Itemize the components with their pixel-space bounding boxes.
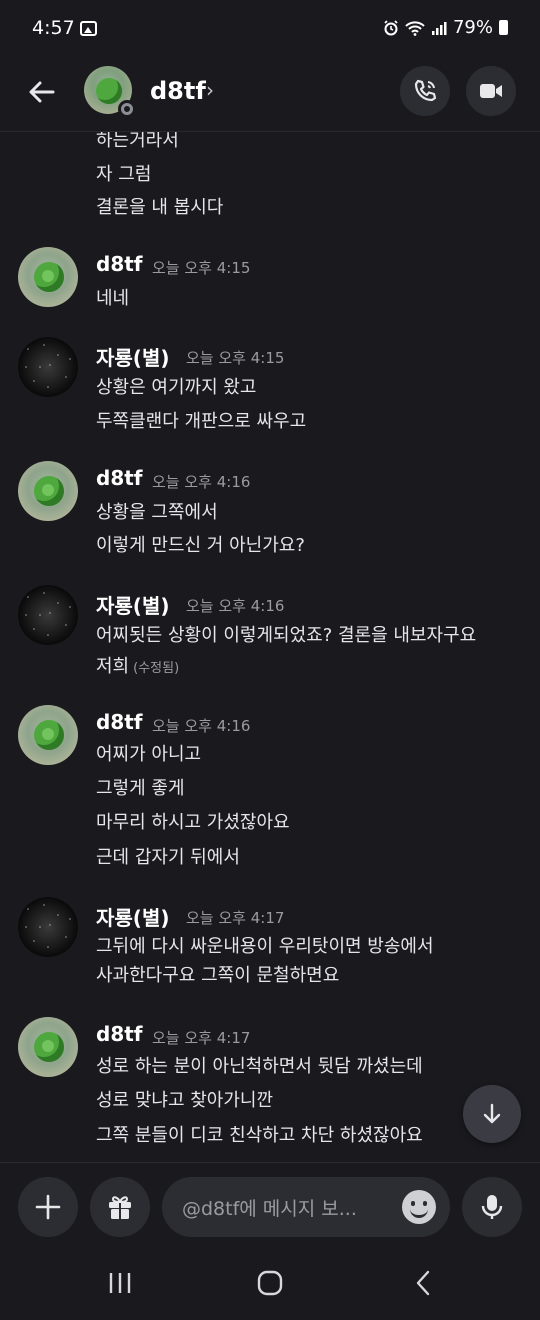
alarm-icon xyxy=(384,19,398,35)
plus-icon xyxy=(35,1194,61,1220)
wifi-icon xyxy=(405,20,425,36)
arrow-down-icon xyxy=(483,1103,501,1124)
message-timestamp: 오늘 오후 4:16 xyxy=(152,717,251,735)
message-line: 네네 xyxy=(96,288,130,309)
message-input[interactable]: @d8tf에 메시지 보... xyxy=(162,1177,450,1237)
battery-percent: 79% xyxy=(452,17,493,38)
microphone-icon xyxy=(481,1195,503,1219)
message-line: 어찌가 아니고 xyxy=(96,744,202,765)
message-line: 결론을 내 봅시다 xyxy=(96,197,224,218)
message-line: 그쪽 분들이 디코 친삭하고 차단 하셨잖아요 xyxy=(96,1125,423,1146)
offline-status-icon xyxy=(118,100,136,118)
video-call-icon xyxy=(480,84,502,98)
message-line: 마무리 하시고 가셨잖아요 xyxy=(96,812,290,833)
back-icon[interactable] xyxy=(408,1268,438,1298)
stars-avatar[interactable] xyxy=(18,585,78,645)
message-author[interactable]: 자룡(별) xyxy=(96,902,169,931)
home-icon[interactable] xyxy=(255,1268,285,1298)
message-timestamp: 오늘 오후 4:15 xyxy=(152,259,251,277)
signal-icon xyxy=(431,21,447,35)
battery-icon xyxy=(499,20,508,35)
edited-label: (수정됨) xyxy=(133,661,180,676)
gift-button[interactable] xyxy=(90,1177,150,1237)
gift-icon xyxy=(109,1196,131,1219)
message-timestamp: 오늘 오후 4:17 xyxy=(186,909,285,927)
channel-name[interactable]: d8tf xyxy=(150,77,206,105)
message-line: 성로 맞냐고 찾아가니깐 xyxy=(96,1090,274,1111)
message-timestamp: 오늘 오후 4:16 xyxy=(186,597,285,615)
message-author[interactable]: d8tf xyxy=(96,466,143,490)
chat-header: d8tf › xyxy=(0,58,540,132)
status-right: 79% xyxy=(383,17,508,38)
message-author[interactable]: 자룡(별) xyxy=(96,590,169,619)
voice-call-icon xyxy=(414,79,437,102)
message-line: 저희 (수정됨) xyxy=(96,652,179,678)
emoji-icon[interactable] xyxy=(402,1190,436,1224)
message-line: 사과한다구요 그쪽이 문철하면요 xyxy=(96,965,340,986)
message-line: 그뒤에 다시 싸운내용이 우리탓이면 방송에서 xyxy=(96,936,434,957)
message-line: 하는거라서 xyxy=(96,132,179,151)
message-author[interactable]: d8tf xyxy=(96,252,143,276)
turtle-avatar[interactable] xyxy=(18,1017,78,1077)
header-avatar[interactable] xyxy=(84,66,136,118)
message-line: 그렇게 좋게 xyxy=(96,778,185,799)
message-list[interactable]: 하는거라서 자 그럼 결론을 내 봅시다 d8tf 오늘 오후 4:15 네네 … xyxy=(0,132,540,1162)
video-call-button[interactable] xyxy=(466,66,516,116)
message-placeholder: @d8tf에 메시지 보... xyxy=(182,1198,357,1220)
system-nav-bar xyxy=(0,1246,540,1320)
stars-avatar[interactable] xyxy=(18,337,78,397)
scroll-to-bottom-button[interactable] xyxy=(463,1085,521,1143)
message-author[interactable]: 자룡(별) xyxy=(96,342,169,371)
status-bar: 4:57 79% xyxy=(0,0,540,58)
voice-call-button[interactable] xyxy=(400,66,450,116)
turtle-avatar[interactable] xyxy=(18,705,78,765)
back-arrow-icon[interactable] xyxy=(22,72,62,112)
chevron-right-icon[interactable]: › xyxy=(206,78,214,102)
message-line: 두쪽클랜다 개판으로 싸우고 xyxy=(96,411,307,432)
message-line: 이렇게 만드신 거 아닌가요? xyxy=(96,535,305,556)
message-line: 어찌됫든 상황이 이렇게되었죠? 결론을 내보자구요 xyxy=(96,625,477,646)
message-line: 상황은 여기까지 왔고 xyxy=(96,377,257,398)
status-time: 4:57 xyxy=(32,17,75,39)
gallery-icon xyxy=(80,21,97,36)
message-timestamp: 오늘 오후 4:16 xyxy=(152,473,251,491)
voice-message-button[interactable] xyxy=(462,1177,522,1237)
message-author[interactable]: d8tf xyxy=(96,710,143,734)
message-line: 근데 갑자기 뒤에서 xyxy=(96,847,240,868)
recent-apps-icon[interactable] xyxy=(105,1268,135,1298)
stars-avatar[interactable] xyxy=(18,897,78,957)
message-line: 자 그럼 xyxy=(96,164,152,185)
message-line: 성로 하는 분이 아닌척하면서 뒷담 까셨는데 xyxy=(96,1056,423,1077)
turtle-avatar[interactable] xyxy=(18,247,78,307)
message-timestamp: 오늘 오후 4:15 xyxy=(186,349,285,367)
message-author[interactable]: d8tf xyxy=(96,1022,143,1046)
add-attachment-button[interactable] xyxy=(18,1177,78,1237)
message-line: 상황을 그쪽에서 xyxy=(96,502,218,523)
turtle-avatar[interactable] xyxy=(18,461,78,521)
message-timestamp: 오늘 오후 4:17 xyxy=(152,1029,251,1047)
message-text: 저희 xyxy=(96,656,130,677)
message-composer: @d8tf에 메시지 보... xyxy=(0,1162,540,1246)
